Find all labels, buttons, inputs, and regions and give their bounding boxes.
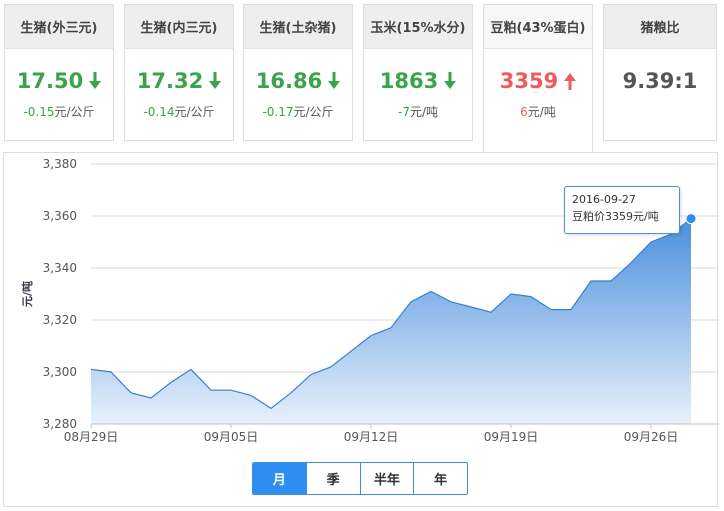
arrow-down-icon bbox=[89, 72, 102, 90]
card-price-value: 9.39:1 bbox=[622, 69, 698, 93]
data-point[interactable] bbox=[148, 395, 154, 401]
card-change: -0.14元/公斤 bbox=[125, 103, 233, 120]
card-price: 1863 bbox=[364, 69, 472, 93]
card-change: -0.17元/公斤 bbox=[244, 103, 352, 120]
y-tick-label: 3,280 bbox=[43, 417, 77, 431]
x-tick-label: 09月26日 bbox=[624, 430, 679, 444]
data-point[interactable] bbox=[448, 299, 454, 305]
highlighted-data-point[interactable] bbox=[685, 213, 697, 225]
data-point[interactable] bbox=[268, 405, 274, 411]
y-tick-label: 3,320 bbox=[43, 313, 77, 327]
data-point[interactable] bbox=[388, 325, 394, 331]
series-area bbox=[91, 218, 691, 424]
card-change: 6元/吨 bbox=[484, 103, 592, 120]
card-change: -7元/吨 bbox=[364, 103, 472, 120]
arrow-down-icon bbox=[328, 72, 341, 90]
y-tick-label: 3,340 bbox=[43, 261, 77, 275]
card-price-value: 1863 bbox=[379, 69, 439, 93]
y-tick-label: 3,360 bbox=[43, 209, 77, 223]
price-card-pig-local[interactable]: 生猪(土杂猪) 16.86 -0.17元/公斤 bbox=[243, 4, 353, 141]
range-quarter-button[interactable]: 季 bbox=[305, 463, 360, 494]
data-point[interactable] bbox=[208, 387, 214, 393]
x-tick-label: 08月29日 bbox=[64, 430, 119, 444]
data-point[interactable] bbox=[588, 278, 594, 284]
data-point[interactable] bbox=[608, 278, 614, 284]
time-range-selector: 月 季 半年 年 bbox=[252, 462, 468, 495]
data-point[interactable] bbox=[468, 304, 474, 310]
y-axis-label: 元/吨 bbox=[20, 281, 34, 307]
price-card-pig-outer[interactable]: 生猪(外三元) 17.50 -0.15元/公斤 bbox=[4, 4, 114, 141]
data-point[interactable] bbox=[188, 366, 194, 372]
card-change-value: 6 bbox=[520, 105, 528, 119]
card-unit: 元/公斤 bbox=[54, 105, 95, 119]
arrow-up-icon bbox=[564, 72, 577, 90]
data-point[interactable] bbox=[128, 390, 134, 396]
card-price-value: 3359 bbox=[499, 69, 559, 93]
card-change-value: -0.17 bbox=[262, 105, 294, 119]
data-point[interactable] bbox=[508, 291, 514, 297]
data-point[interactable] bbox=[288, 390, 294, 396]
x-tick-label: 09月19日 bbox=[484, 430, 539, 444]
card-change-value: -0.15 bbox=[23, 105, 55, 119]
data-point[interactable] bbox=[548, 307, 554, 313]
card-change-value: -7 bbox=[397, 105, 410, 119]
card-price: 17.50 bbox=[5, 69, 113, 93]
card-price: 16.86 bbox=[244, 69, 352, 93]
data-point[interactable] bbox=[408, 299, 414, 305]
chart-tooltip: 2016-09-27 豆粕价3359元/吨 bbox=[564, 186, 680, 234]
card-unit: 元/吨 bbox=[527, 105, 556, 119]
data-point[interactable] bbox=[428, 288, 434, 294]
card-title: 生猪(内三元) bbox=[125, 5, 233, 49]
data-point[interactable] bbox=[308, 372, 314, 378]
card-change-value: -0.14 bbox=[143, 105, 175, 119]
tooltip-date: 2016-09-27 bbox=[572, 193, 636, 206]
data-point[interactable] bbox=[568, 307, 574, 313]
data-point[interactable] bbox=[628, 260, 634, 266]
y-tick-label: 3,380 bbox=[43, 157, 77, 171]
card-unit: 元/公斤 bbox=[293, 105, 334, 119]
data-point[interactable] bbox=[248, 392, 254, 398]
price-card-pig-grain-ratio[interactable]: 猪粮比 9.39:1 bbox=[603, 4, 717, 141]
arrow-down-icon bbox=[209, 72, 222, 90]
price-card-soymeal[interactable]: 豆粕(43%蛋白) 3359 6元/吨 bbox=[483, 4, 593, 153]
price-card-corn[interactable]: 玉米(15%水分) 1863 -7元/吨 bbox=[363, 4, 473, 141]
range-half-year-button[interactable]: 半年 bbox=[359, 463, 414, 494]
card-title: 豆粕(43%蛋白) bbox=[484, 5, 592, 49]
x-tick-label: 09月12日 bbox=[344, 430, 399, 444]
x-tick-label: 09月05日 bbox=[204, 430, 259, 444]
card-title: 生猪(土杂猪) bbox=[244, 5, 352, 49]
card-price-value: 17.32 bbox=[136, 69, 204, 93]
range-month-button[interactable]: 月 bbox=[253, 463, 306, 494]
data-point[interactable] bbox=[108, 369, 114, 375]
range-year-button[interactable]: 年 bbox=[413, 463, 467, 494]
y-tick-label: 3,300 bbox=[43, 365, 77, 379]
data-area bbox=[90, 218, 692, 424]
price-card-pig-inner[interactable]: 生猪(内三元) 17.32 -0.14元/公斤 bbox=[124, 4, 234, 141]
data-point[interactable] bbox=[88, 366, 94, 372]
card-change: -0.15元/公斤 bbox=[5, 103, 113, 120]
card-unit: 元/公斤 bbox=[174, 105, 215, 119]
card-price-value: 17.50 bbox=[16, 69, 84, 93]
card-price: 3359 bbox=[484, 69, 592, 93]
card-title: 生猪(外三元) bbox=[5, 5, 113, 49]
data-point[interactable] bbox=[328, 364, 334, 370]
card-price: 17.32 bbox=[125, 69, 233, 93]
card-unit: 元/吨 bbox=[409, 105, 438, 119]
card-title: 猪粮比 bbox=[604, 5, 716, 49]
data-point[interactable] bbox=[348, 348, 354, 354]
data-point[interactable] bbox=[228, 387, 234, 393]
arrow-down-icon bbox=[444, 72, 457, 90]
data-point[interactable] bbox=[648, 239, 654, 245]
card-price-value: 16.86 bbox=[255, 69, 323, 93]
data-point[interactable] bbox=[168, 379, 174, 385]
card-title: 玉米(15%水分) bbox=[364, 5, 472, 49]
data-point[interactable] bbox=[488, 309, 494, 315]
data-point[interactable] bbox=[528, 294, 534, 300]
card-price: 9.39:1 bbox=[604, 69, 716, 93]
data-point[interactable] bbox=[368, 333, 374, 339]
tooltip-value: 豆粕价3359元/吨 bbox=[572, 210, 659, 223]
